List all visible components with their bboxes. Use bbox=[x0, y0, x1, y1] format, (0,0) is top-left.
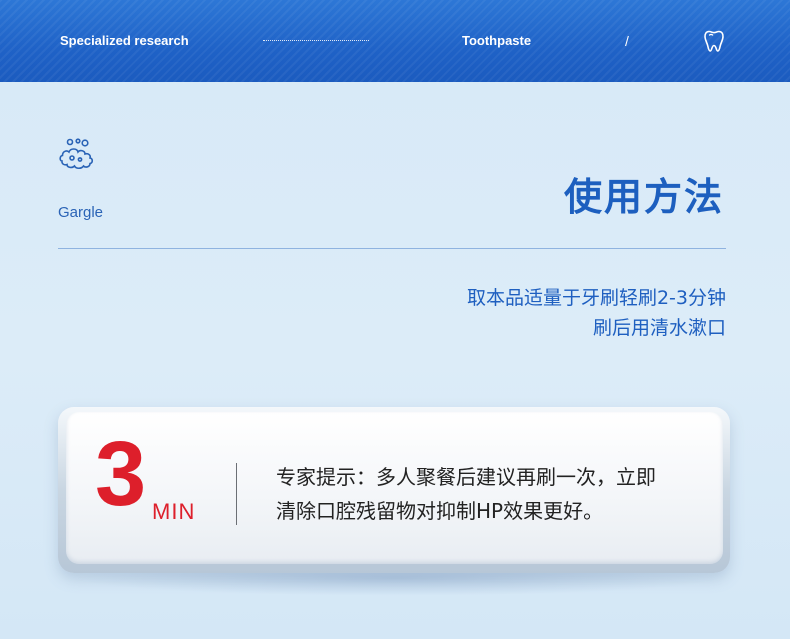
header-left-text: Specialized research bbox=[60, 33, 189, 48]
divider bbox=[58, 248, 726, 249]
card-divider bbox=[236, 463, 237, 525]
header-separator: / bbox=[625, 33, 629, 49]
header-bar: Specialized research Toothpaste / bbox=[0, 0, 790, 82]
page-title: 使用方法 bbox=[563, 175, 724, 219]
tooth-icon bbox=[704, 30, 724, 52]
expert-tip-line-2: 清除口腔残留物对抑制HP效果更好。 bbox=[276, 499, 604, 523]
minutes-unit: MIN bbox=[152, 499, 196, 524]
instructions: 取本品适量于牙刷轻刷2-3分钟 刷后用清水漱口 bbox=[467, 283, 726, 343]
expert-tip-line-1: 专家提示：多人聚餐后建议再刷一次，立即 bbox=[276, 465, 656, 489]
header-dotted-line bbox=[263, 40, 369, 41]
gargle-bubbles-icon bbox=[59, 138, 94, 170]
expert-tip: 专家提示：多人聚餐后建议再刷一次，立即 清除口腔残留物对抑制HP效果更好。 bbox=[276, 460, 716, 528]
minutes-number: 3 bbox=[95, 423, 147, 525]
gargle-label: Gargle bbox=[58, 204, 104, 221]
header-center-text: Toothpaste bbox=[462, 33, 532, 48]
instruction-line-2: 刷后用清水漱口 bbox=[592, 317, 726, 339]
instruction-line-1: 取本品适量于牙刷轻刷2-3分钟 bbox=[466, 287, 726, 309]
